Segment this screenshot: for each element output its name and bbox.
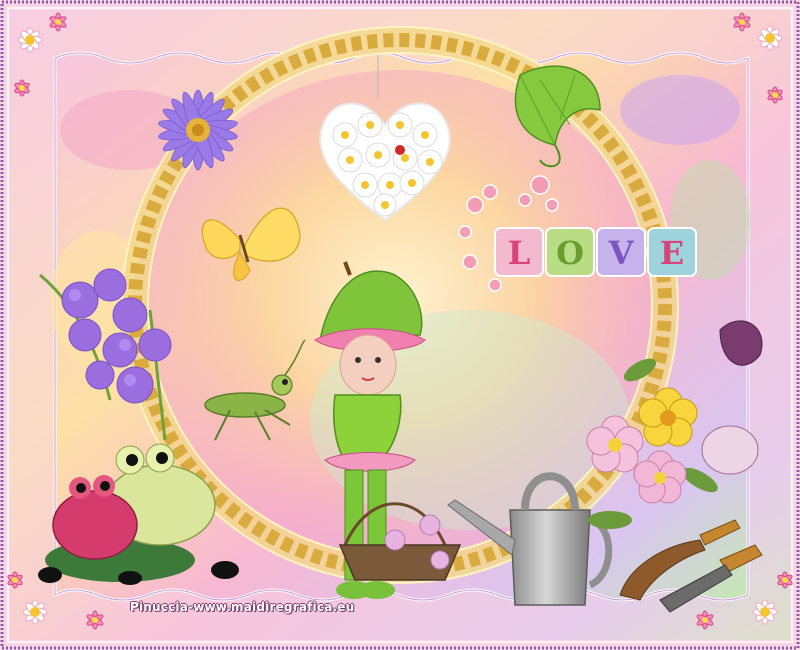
artist-watermark: Pinuccia-www.maidiregrafica.eu (130, 600, 355, 614)
artwork-canvas: L O V E Pinuccia-www.maidiregrafica.eu (0, 0, 800, 650)
scene-illustration: L O V E (0, 0, 800, 650)
love-letter-e: E (660, 234, 684, 272)
love-letter-l: L (508, 234, 531, 272)
ladybug-icon (395, 145, 405, 155)
love-letter-o: O (556, 234, 584, 272)
love-letter-v: V (608, 234, 635, 272)
